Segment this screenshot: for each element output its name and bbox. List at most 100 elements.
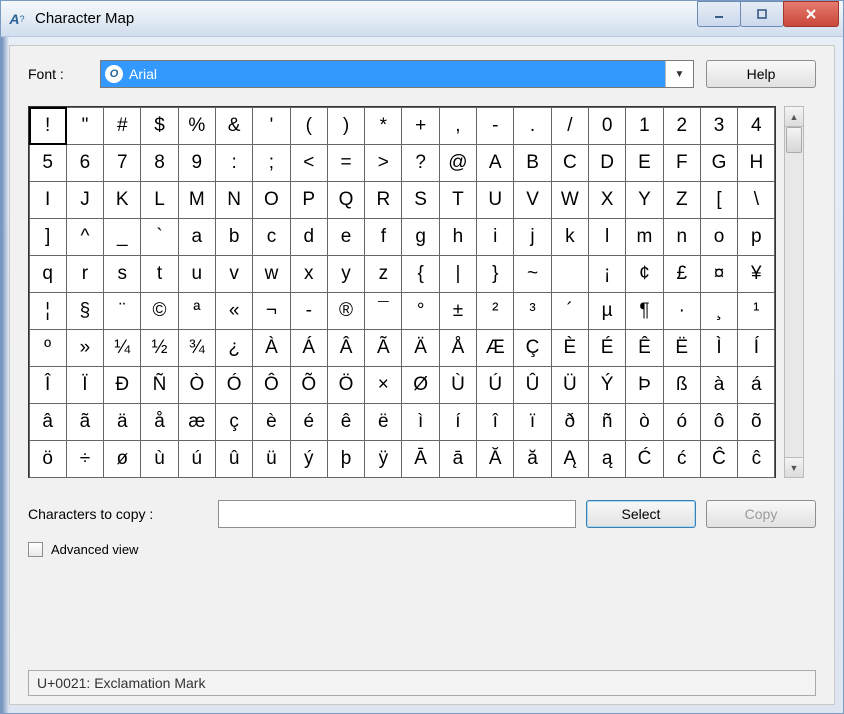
char-cell[interactable]: Ï [66, 366, 104, 404]
select-button[interactable]: Select [586, 500, 696, 528]
char-cell[interactable]: B [513, 144, 551, 182]
char-cell[interactable]: ¼ [103, 329, 141, 367]
char-cell[interactable]: l [588, 218, 626, 256]
advanced-view-label[interactable]: Advanced view [51, 542, 138, 557]
char-cell[interactable]: # [103, 107, 141, 145]
char-cell[interactable]: R [364, 181, 402, 219]
char-cell[interactable]: N [215, 181, 253, 219]
char-cell[interactable]: ć [663, 440, 701, 478]
char-cell[interactable]: + [401, 107, 439, 145]
char-cell[interactable]: ? [401, 144, 439, 182]
char-cell[interactable]: ö [29, 440, 67, 478]
char-cell[interactable]: ÿ [364, 440, 402, 478]
char-cell[interactable]: q [29, 255, 67, 293]
char-cell[interactable]: ú [178, 440, 216, 478]
char-cell[interactable]: À [252, 329, 290, 367]
char-cell[interactable]: Ñ [140, 366, 178, 404]
char-cell[interactable]: L [140, 181, 178, 219]
char-cell[interactable]: Ø [401, 366, 439, 404]
char-cell[interactable]: á [737, 366, 775, 404]
char-cell[interactable]: ĉ [737, 440, 775, 478]
char-cell[interactable]: 3 [700, 107, 738, 145]
characters-to-copy-input[interactable] [218, 500, 576, 528]
char-cell[interactable]: o [700, 218, 738, 256]
char-cell[interactable]: Đ [103, 366, 141, 404]
char-cell[interactable]: µ [588, 292, 626, 330]
char-cell[interactable]: Ì [700, 329, 738, 367]
char-cell[interactable]: ß [663, 366, 701, 404]
char-cell[interactable]: å [140, 403, 178, 441]
char-cell[interactable]: & [215, 107, 253, 145]
char-cell[interactable]: V [513, 181, 551, 219]
char-cell[interactable]: ñ [588, 403, 626, 441]
char-cell[interactable]: d [290, 218, 328, 256]
char-cell[interactable]: Ć [625, 440, 663, 478]
char-cell[interactable]: ð [551, 403, 589, 441]
char-cell[interactable]: Ä [401, 329, 439, 367]
char-cell[interactable]: . [513, 107, 551, 145]
char-cell[interactable]: ¬ [252, 292, 290, 330]
char-cell[interactable]: ] [29, 218, 67, 256]
char-cell[interactable]: % [178, 107, 216, 145]
char-cell[interactable]: F [663, 144, 701, 182]
char-cell[interactable]: é [290, 403, 328, 441]
char-cell[interactable]: Ý [588, 366, 626, 404]
char-cell[interactable]: v [215, 255, 253, 293]
char-cell[interactable]: ¦ [29, 292, 67, 330]
char-cell[interactable]: @ [439, 144, 477, 182]
char-cell[interactable]: Ó [215, 366, 253, 404]
char-cell[interactable]: X [588, 181, 626, 219]
char-cell[interactable]: £ [663, 255, 701, 293]
char-cell[interactable]: ¹ [737, 292, 775, 330]
char-cell[interactable]: 1 [625, 107, 663, 145]
char-cell[interactable]: » [66, 329, 104, 367]
char-cell[interactable]: ¡ [588, 255, 626, 293]
char-cell[interactable]: c [252, 218, 290, 256]
char-cell[interactable]: ä [103, 403, 141, 441]
char-cell[interactable]: ÷ [66, 440, 104, 478]
char-cell[interactable]: } [476, 255, 514, 293]
char-cell[interactable]: h [439, 218, 477, 256]
char-cell[interactable]: ô [700, 403, 738, 441]
char-cell[interactable]: ă [513, 440, 551, 478]
char-cell[interactable]: n [663, 218, 701, 256]
char-cell[interactable]: < [290, 144, 328, 182]
char-cell[interactable]: - [290, 292, 328, 330]
char-cell[interactable]: û [215, 440, 253, 478]
char-cell[interactable]: × [364, 366, 402, 404]
vertical-scrollbar[interactable]: ▲ ▼ [784, 106, 804, 478]
char-cell[interactable]: 9 [178, 144, 216, 182]
char-cell[interactable]: = [327, 144, 365, 182]
char-cell[interactable]: ā [439, 440, 477, 478]
char-cell[interactable]: $ [140, 107, 178, 145]
char-cell[interactable]: Õ [290, 366, 328, 404]
char-cell[interactable]: > [364, 144, 402, 182]
char-cell[interactable]: à [700, 366, 738, 404]
char-cell[interactable]: § [66, 292, 104, 330]
char-cell[interactable]: Á [290, 329, 328, 367]
char-cell[interactable]: © [140, 292, 178, 330]
char-cell[interactable]: ù [140, 440, 178, 478]
char-cell[interactable]: A [476, 144, 514, 182]
char-cell[interactable]: [ [700, 181, 738, 219]
char-cell[interactable]: Â [327, 329, 365, 367]
char-cell[interactable] [551, 255, 589, 293]
char-cell[interactable]: Ê [625, 329, 663, 367]
char-cell[interactable]: ó [663, 403, 701, 441]
help-button[interactable]: Help [706, 60, 816, 88]
char-cell[interactable]: ~ [513, 255, 551, 293]
char-cell[interactable]: Î [29, 366, 67, 404]
char-cell[interactable]: ^ [66, 218, 104, 256]
char-cell[interactable]: ' [252, 107, 290, 145]
char-cell[interactable]: _ [103, 218, 141, 256]
char-cell[interactable]: k [551, 218, 589, 256]
char-cell[interactable]: ¨ [103, 292, 141, 330]
char-cell[interactable]: E [625, 144, 663, 182]
char-cell[interactable]: I [29, 181, 67, 219]
char-cell[interactable]: D [588, 144, 626, 182]
char-cell[interactable]: Ú [476, 366, 514, 404]
char-cell[interactable]: ¸ [700, 292, 738, 330]
char-cell[interactable]: * [364, 107, 402, 145]
char-cell[interactable]: ¶ [625, 292, 663, 330]
char-cell[interactable]: 8 [140, 144, 178, 182]
